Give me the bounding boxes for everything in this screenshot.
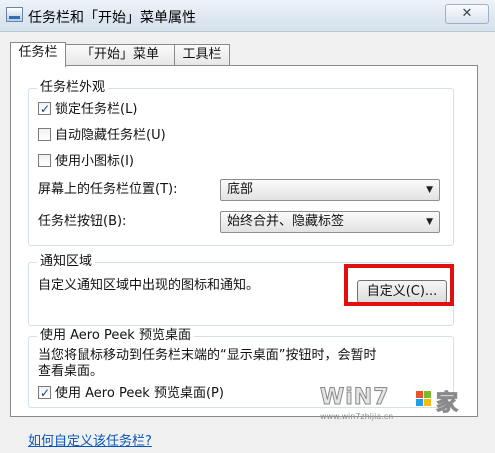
aero-peek-checkbox-label: 使用 Aero Peek 预览桌面(P) [55, 386, 224, 401]
dropdown-arrow-icon: ▼ [426, 217, 433, 227]
taskbar-properties-icon [6, 7, 23, 22]
checkbox-unchecked-icon[interactable] [38, 128, 51, 141]
watermark-url: www.win7zhijia.cn [320, 412, 394, 421]
taskbar-position-select[interactable]: 底部 ▼ [220, 179, 440, 201]
taskbar-buttons-label: 任务栏按钮(B): [38, 214, 127, 229]
tab-panel-taskbar: 任务栏外观 锁定任务栏(L) 自动隐藏任务栏(U) 使用小图标(I) 屏幕上的任… [10, 65, 478, 417]
dropdown-arrow-icon: ▼ [426, 185, 433, 195]
taskbar-buttons-select[interactable]: 始终合并、隐藏标签 ▼ [220, 211, 440, 233]
notification-area-description: 自定义通知区域中出现的图标和通知。 [38, 278, 260, 293]
lock-taskbar-checkbox[interactable]: 锁定任务栏(L) [38, 100, 138, 119]
checkbox-checked-icon[interactable] [38, 384, 51, 402]
taskbar-buttons-value: 始终合并、隐藏标签 [227, 214, 345, 229]
aero-peek-title: 使用 Aero Peek 预览桌面 [37, 328, 194, 344]
title-bar[interactable]: 任务栏和「开始」菜单属性 ✕ [0, 0, 495, 32]
watermark: WiN7 家 www.win7zhijia.cn [320, 385, 470, 425]
highlight-box [344, 264, 454, 306]
aero-peek-description-line2: 查看桌面。 [38, 364, 104, 379]
taskbar-position-label: 屏幕上的任务栏位置(T): [38, 182, 178, 197]
window-title: 任务栏和「开始」菜单属性 [28, 10, 196, 26]
small-icons-checkbox[interactable]: 使用小图标(I) [38, 153, 134, 171]
help-link[interactable]: 如何自定义该任务栏? [28, 430, 152, 449]
close-button[interactable]: ✕ [445, 4, 489, 24]
tab-toolbars[interactable]: 工具栏 [174, 44, 230, 66]
tab-start-menu[interactable]: 「开始」菜单 [65, 44, 175, 66]
notification-area-title: 通知区域 [37, 254, 96, 270]
autohide-taskbar-checkbox[interactable]: 自动隐藏任务栏(U) [38, 127, 166, 145]
autohide-taskbar-label: 自动隐藏任务栏(U) [55, 128, 166, 143]
tab-taskbar[interactable]: 任务栏 [10, 42, 66, 67]
appearance-group: 任务栏外观 锁定任务栏(L) 自动隐藏任务栏(U) 使用小图标(I) 屏幕上的任… [28, 80, 454, 246]
lock-taskbar-label: 锁定任务栏(L) [55, 102, 138, 117]
windows-flag-icon [416, 391, 432, 407]
watermark-char: 家 [435, 391, 459, 417]
taskbar-position-value: 底部 [227, 182, 254, 197]
checkbox-unchecked-icon[interactable] [38, 154, 51, 167]
checkbox-checked-icon[interactable] [38, 100, 51, 118]
watermark-logo: WiN7 [320, 385, 390, 411]
appearance-group-title: 任务栏外观 [37, 80, 109, 96]
small-icons-label: 使用小图标(I) [55, 154, 134, 169]
aero-peek-checkbox[interactable]: 使用 Aero Peek 预览桌面(P) [38, 384, 224, 403]
